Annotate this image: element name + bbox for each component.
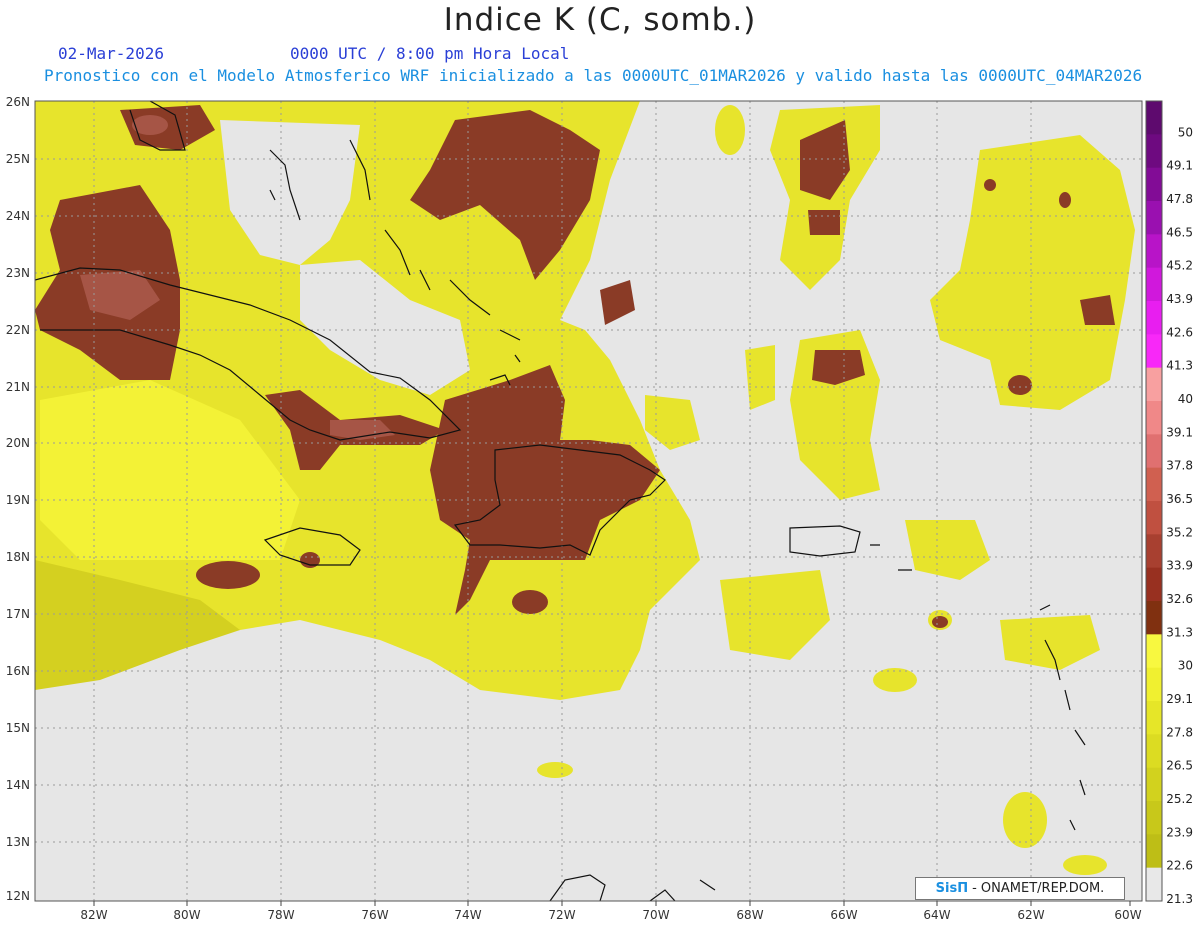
colorbar-label: 25.2 — [1166, 792, 1193, 806]
lat-label: 20N — [6, 436, 30, 450]
weather-map: 82W 80W 78W 76W 74W 72W 70W 68W 66W 64W … — [6, 95, 1193, 927]
colorbar-swatch — [1146, 334, 1162, 369]
colorbar-label: 45.2 — [1166, 259, 1193, 273]
colorbar-label: 46.5 — [1166, 225, 1193, 239]
lon-label: 64W — [923, 908, 950, 922]
colorbar-swatch — [1146, 601, 1162, 635]
lon-label: 60W — [1114, 908, 1141, 922]
colorbar-swatch — [1146, 434, 1162, 469]
colorbar-label: 43.9 — [1166, 292, 1193, 306]
lon-label: 80W — [173, 908, 200, 922]
colorbar-swatch — [1146, 201, 1162, 235]
colorbar-swatch — [1146, 101, 1162, 135]
colorbar-swatch — [1146, 567, 1162, 602]
colorbar-label: 42.6 — [1166, 325, 1193, 339]
colorbar-swatch — [1146, 467, 1162, 502]
colorbar-swatch — [1146, 801, 1162, 835]
lat-label: 16N — [6, 664, 30, 678]
colorbar-label: 23.9 — [1166, 825, 1193, 839]
colorbar: 50 49.1 47.8 46.5 45.2 43.9 42.6 41.3 40 39.1 37.8… — [1145, 100, 1193, 927]
colorbar-swatch — [1146, 301, 1162, 335]
lat-label: 26N — [6, 95, 30, 109]
colorbar-swatch — [1146, 367, 1162, 402]
lon-label: 74W — [454, 908, 481, 922]
colorbar-label: 21.3 — [1166, 892, 1193, 906]
credit-box: SisΠ - ONAMET/REP.DOM. — [915, 877, 1125, 900]
lon-label: 82W — [80, 908, 107, 922]
colorbar-label: 33.9 — [1166, 559, 1193, 573]
lat-label: 17N — [6, 607, 30, 621]
colorbar-label: 31.3 — [1166, 625, 1193, 639]
colorbar-swatch — [1146, 701, 1162, 735]
colorbar-label: 30 — [1178, 659, 1193, 673]
lat-label: 24N — [6, 209, 30, 223]
lat-label: 19N — [6, 493, 30, 507]
lat-label: 18N — [6, 550, 30, 564]
colorbar-label: 36.5 — [1166, 492, 1193, 506]
colorbar-swatch — [1146, 767, 1162, 802]
lon-label: 72W — [548, 908, 575, 922]
colorbar-swatch — [1146, 667, 1162, 702]
colorbar-label: 27.8 — [1166, 725, 1193, 739]
colorbar-swatch — [1146, 834, 1162, 869]
lon-label: 62W — [1017, 908, 1044, 922]
colorbar-label: 32.6 — [1166, 592, 1193, 606]
colorbar-label: 39.1 — [1166, 425, 1193, 439]
colorbar-label: 40 — [1178, 392, 1193, 406]
lon-label: 76W — [361, 908, 388, 922]
colorbar-swatch — [1146, 501, 1162, 535]
lon-label: 66W — [830, 908, 857, 922]
colorbar-label: 29.1 — [1166, 692, 1193, 706]
lat-label: 13N — [6, 835, 30, 849]
longitude-labels: 82W 80W 78W 76W 74W 72W 70W 68W 66W 64W … — [80, 908, 1141, 922]
lon-label: 70W — [642, 908, 669, 922]
colorbar-swatch — [1146, 234, 1162, 269]
colorbar-swatch — [1146, 867, 1162, 902]
lat-label: 22N — [6, 323, 30, 337]
colorbar-label: 22.6 — [1166, 859, 1193, 873]
lat-label: 12N — [6, 889, 30, 903]
colorbar-label: 37.8 — [1166, 459, 1193, 473]
colorbar-swatch — [1146, 267, 1162, 302]
colorbar-swatch — [1146, 134, 1162, 169]
lat-label: 25N — [6, 152, 30, 166]
colorbar-swatch — [1146, 401, 1162, 435]
colorbar-label: 47.8 — [1166, 192, 1193, 206]
colorbar-label: 49.1 — [1166, 159, 1193, 173]
lat-label: 23N — [6, 266, 30, 280]
colorbar-label: 26.5 — [1166, 759, 1193, 773]
credit-text: - ONAMET/REP.DOM. — [972, 881, 1105, 896]
colorbar-swatch — [1146, 734, 1162, 769]
colorbar-label: 35.2 — [1166, 525, 1193, 539]
colorbar-label: 41.3 — [1166, 359, 1193, 373]
lat-label: 15N — [6, 721, 30, 735]
colorbar-swatch — [1146, 634, 1162, 669]
colorbar-swatch — [1146, 167, 1162, 202]
lat-label: 21N — [6, 380, 30, 394]
colorbar-label: 50 — [1178, 125, 1193, 139]
latitude-labels: 26N 25N 24N 23N 22N 21N 20N 19N 18N 17N … — [6, 95, 30, 903]
colorbar-swatch — [1146, 534, 1162, 569]
sispi-logo: SisΠ — [935, 881, 969, 896]
lon-label: 68W — [736, 908, 763, 922]
lon-label: 78W — [267, 908, 294, 922]
lat-label: 14N — [6, 778, 30, 792]
